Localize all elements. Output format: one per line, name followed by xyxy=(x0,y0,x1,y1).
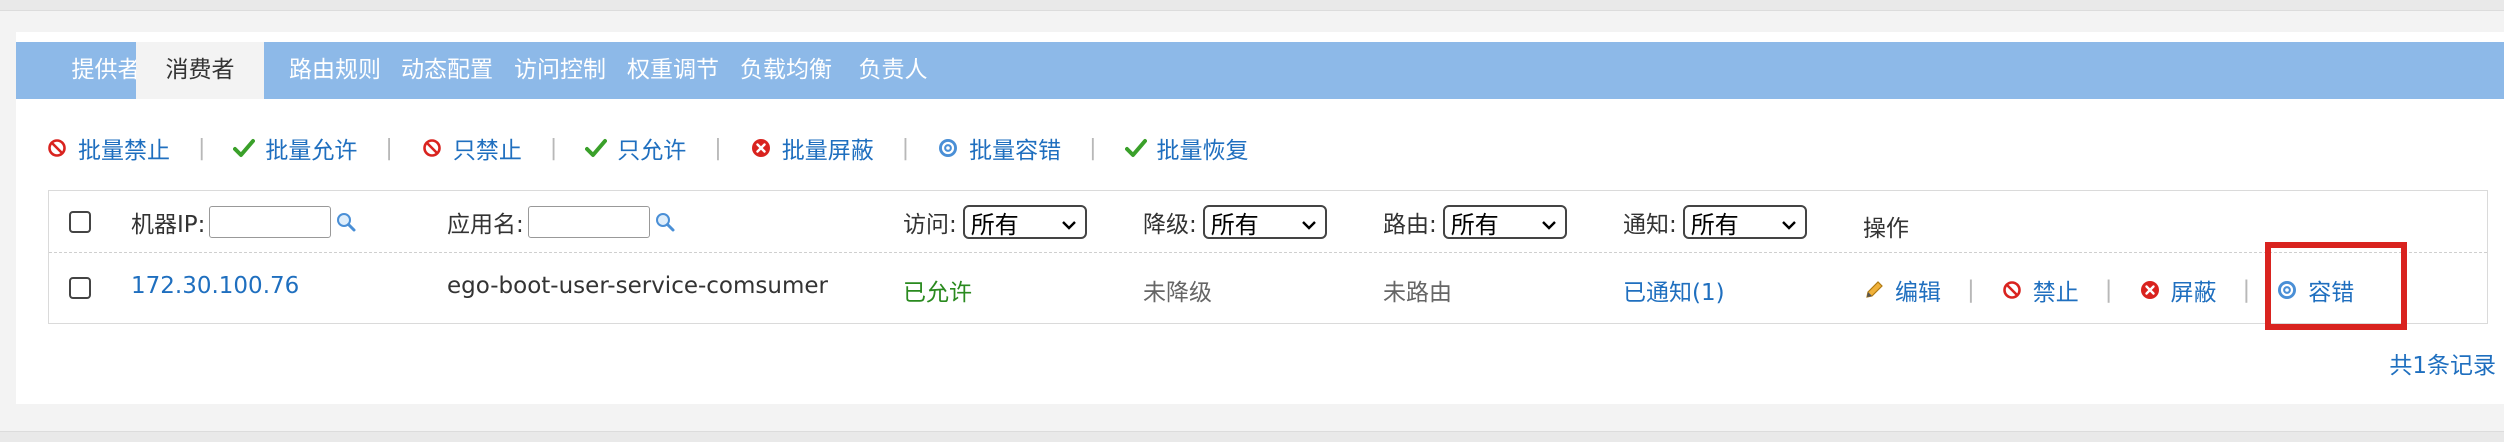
toolbar-separator: | xyxy=(198,135,206,161)
degrade-filter-label: 降级: xyxy=(1143,212,1197,238)
only-allow-label: 只允许 xyxy=(617,138,687,164)
notify-select-value: 所有 xyxy=(1690,210,1739,239)
batch-shield-label: 批量屏蔽 xyxy=(781,138,874,164)
access-select-value: 所有 xyxy=(970,210,1019,239)
tab-access-control[interactable]: 访问控制 xyxy=(495,42,625,99)
tab-owner[interactable]: 负责人 xyxy=(843,42,943,99)
route-select[interactable]: 所有 xyxy=(1442,205,1567,239)
table-row: 172.30.100.76 ego-boot-user-service-coms… xyxy=(49,253,2487,325)
tab-route-rules[interactable]: 路由规则 xyxy=(270,42,400,99)
row-access-status: 已允许 xyxy=(903,280,972,306)
row-app-name: ego-boot-user-service-comsumer xyxy=(447,273,828,299)
table-header: 机器IP: 应用名: 访问: 所有 降级: 所有 路由: 所有 通知: 所有 操… xyxy=(49,191,2487,253)
ip-filter-input[interactable] xyxy=(209,206,332,238)
row-route-status: 未路由 xyxy=(1383,280,1452,306)
tab-load-balance[interactable]: 负载均衡 xyxy=(721,42,851,99)
batch-tolerance-button[interactable]: 批量容错 xyxy=(937,131,1061,165)
degrade-filter: 降级: 所有 xyxy=(1143,205,1327,239)
tab-bar: 提供者 消费者 路由规则 动态配置 访问控制 权重调节 负载均衡 负责人 xyxy=(16,42,2504,99)
batch-disable-label: 批量禁止 xyxy=(78,138,170,164)
toolbar-separator: | xyxy=(1089,135,1097,161)
chevron-down-icon xyxy=(1781,208,1797,236)
notify-filter-label: 通知: xyxy=(1623,212,1677,238)
access-filter-label: 访问: xyxy=(903,212,957,238)
access-select[interactable]: 所有 xyxy=(962,205,1087,239)
checkmark-icon xyxy=(585,137,608,159)
toolbar-separator: | xyxy=(901,135,910,161)
disable-button[interactable]: 禁止 xyxy=(2001,273,2079,307)
highlight-box xyxy=(2265,242,2407,330)
pencil-icon xyxy=(1863,279,1885,301)
search-icon[interactable] xyxy=(335,211,357,233)
notify-select[interactable]: 所有 xyxy=(1682,205,1807,239)
action-separator: | xyxy=(1967,277,1975,303)
record-count: 共1条记录 xyxy=(2389,353,2496,379)
route-filter: 路由: 所有 xyxy=(1383,205,1567,239)
degrade-select[interactable]: 所有 xyxy=(1202,205,1327,239)
app-filter-input[interactable] xyxy=(527,206,650,238)
chevron-down-icon xyxy=(1301,208,1317,236)
row-checkbox[interactable] xyxy=(69,277,91,299)
checkmark-icon xyxy=(1124,137,1147,159)
chevron-down-icon xyxy=(1061,208,1077,236)
forbidden-icon xyxy=(46,137,68,159)
toolbar-separator: | xyxy=(714,135,722,161)
gear-icon xyxy=(937,137,959,159)
close-circle-icon xyxy=(2139,279,2161,301)
row-degrade-status: 未降级 xyxy=(1143,280,1212,306)
batch-allow-button[interactable]: 批量允许 xyxy=(233,131,357,165)
access-filter: 访问: 所有 xyxy=(903,205,1087,239)
batch-recover-button[interactable]: 批量恢复 xyxy=(1124,131,1249,165)
batch-tolerance-label: 批量容错 xyxy=(969,138,1062,164)
route-select-value: 所有 xyxy=(1450,210,1499,239)
tab-weight-adjust[interactable]: 权重调节 xyxy=(608,42,738,99)
edit-button[interactable]: 编辑 xyxy=(1863,273,1941,307)
app-filter: 应用名: xyxy=(447,205,676,239)
batch-disable-button[interactable]: 批量禁止 xyxy=(46,131,170,165)
actions-header: 操作 xyxy=(1863,216,1909,242)
chevron-down-icon xyxy=(1541,208,1557,236)
forbidden-icon xyxy=(2001,279,2023,301)
shield-button[interactable]: 屏蔽 xyxy=(2139,273,2217,307)
select-all-checkbox[interactable] xyxy=(69,211,91,233)
row-ip-link[interactable]: 172.30.100.76 xyxy=(131,273,299,299)
action-separator: | xyxy=(2242,277,2251,303)
ip-filter: 机器IP: xyxy=(131,205,357,239)
batch-recover-label: 批量恢复 xyxy=(1156,138,1249,164)
tab-consumers[interactable]: 消费者 xyxy=(136,42,264,99)
only-disable-label: 只禁止 xyxy=(452,138,522,164)
action-separator: | xyxy=(2104,277,2113,303)
tab-dynamic-config[interactable]: 动态配置 xyxy=(382,42,512,99)
search-icon[interactable] xyxy=(654,211,676,233)
checkmark-icon xyxy=(233,137,256,159)
shield-label: 屏蔽 xyxy=(2170,280,2217,306)
batch-allow-label: 批量允许 xyxy=(265,138,358,164)
notify-filter: 通知: 所有 xyxy=(1623,205,1807,239)
degrade-select-value: 所有 xyxy=(1210,210,1259,239)
route-filter-label: 路由: xyxy=(1383,212,1437,238)
batch-toolbar: 批量禁止 | 批量允许 | 只禁止 | 只允许 | 批量屏蔽 | 批量容错 | xyxy=(46,128,1249,168)
row-notify-link[interactable]: 已通知(1) xyxy=(1623,273,1725,307)
consumer-table: 机器IP: 应用名: 访问: 所有 降级: 所有 路由: 所有 通知: 所有 操… xyxy=(48,190,2488,324)
toolbar-separator: | xyxy=(549,135,558,161)
app-filter-label: 应用名: xyxy=(447,212,524,238)
ip-filter-label: 机器IP: xyxy=(131,212,206,238)
disable-label: 禁止 xyxy=(2032,280,2079,306)
toolbar-separator: | xyxy=(385,135,393,161)
edit-label: 编辑 xyxy=(1895,280,1941,306)
only-disable-button[interactable]: 只禁止 xyxy=(421,131,522,165)
forbidden-icon xyxy=(421,137,443,159)
batch-shield-button[interactable]: 批量屏蔽 xyxy=(750,131,874,165)
only-allow-button[interactable]: 只允许 xyxy=(585,131,686,165)
close-circle-icon xyxy=(750,137,772,159)
